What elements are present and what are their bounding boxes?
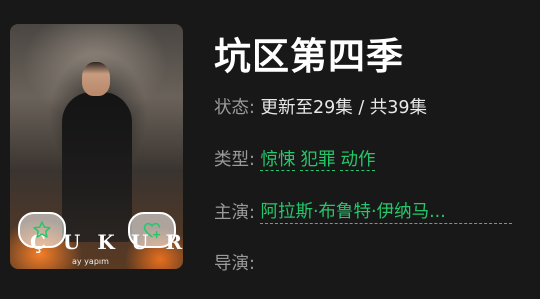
star-icon [33, 221, 51, 238]
type-label: 类型: [214, 150, 255, 170]
director-row: 导演: [214, 250, 255, 275]
genre-tag[interactable]: 惊悚 [260, 150, 296, 171]
status-row: 状态: 更新至29集 / 共39集 [214, 94, 427, 119]
heart-plus-icon [143, 222, 161, 239]
cast-link[interactable]: 阿拉斯·布鲁特·伊纳马... [260, 198, 513, 224]
status-value: 更新至29集 / 共39集 [260, 98, 428, 118]
show-title: 坑区第四季 [214, 35, 404, 78]
poster-studio-logo: ay yapım [72, 257, 109, 266]
favorite-button[interactable] [18, 212, 66, 248]
cast-label: 主演: [214, 203, 255, 223]
type-row: 类型: 惊悚 犯罪 动作 [214, 146, 380, 171]
director-label: 导演: [214, 254, 255, 274]
status-label: 状态: [214, 98, 255, 118]
genre-tag[interactable]: 犯罪 [300, 150, 336, 171]
like-button[interactable] [128, 212, 176, 248]
poster-figure [50, 62, 144, 242]
genre-tag[interactable]: 动作 [340, 150, 376, 171]
cast-row: 主演: 阿拉斯·布鲁特·伊纳马... [214, 198, 513, 224]
